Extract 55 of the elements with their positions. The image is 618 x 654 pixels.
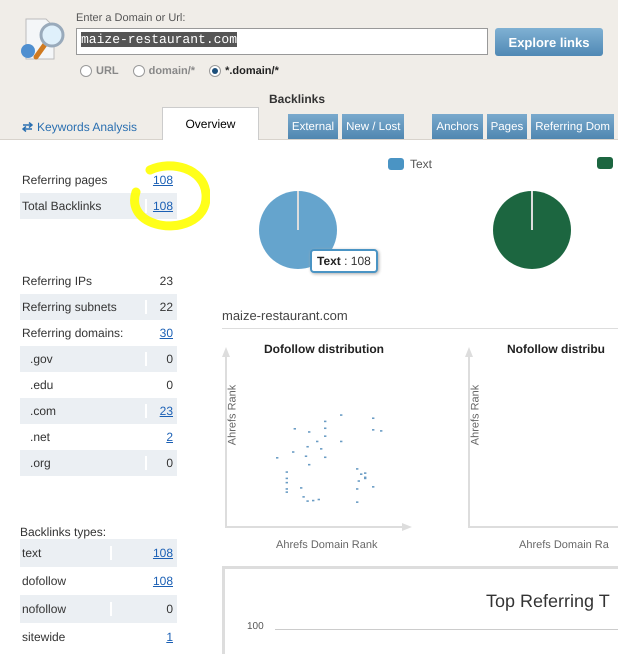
stat-link[interactable]: 1 <box>110 630 177 644</box>
swap-arrows-icon <box>22 122 33 132</box>
stat-link[interactable]: 30 <box>145 326 177 340</box>
domain-title: maize-restaurant.com <box>222 308 618 329</box>
axis-tick: 100 <box>247 621 264 632</box>
axis-label: Ahrefs Rank <box>469 384 482 446</box>
stat-label: Total Backlinks <box>21 199 102 213</box>
scope-radio[interactable]: domain/* <box>132 65 196 77</box>
tab[interactable]: Pages <box>486 114 528 139</box>
stat-link[interactable]: 108 <box>145 199 177 213</box>
stat-link[interactable]: 108 <box>145 173 177 187</box>
stat-value: 23 <box>145 274 177 288</box>
axis-label: Ahrefs Domain Rank <box>276 539 378 551</box>
stat-value: 0 <box>145 352 177 366</box>
stat-value: 22 <box>145 300 177 314</box>
stat-label: .edu <box>29 378 54 392</box>
stat-value: 0 <box>145 456 177 470</box>
stat-value: 0 <box>145 378 177 392</box>
stat-label: .org <box>29 456 52 470</box>
scope-radio[interactable]: URL <box>80 65 119 77</box>
field-label: Enter a Domain or Url: <box>76 12 186 24</box>
group-title: Backlinks types: <box>20 525 108 539</box>
stat-label: nofollow <box>21 602 68 616</box>
domain-input-field[interactable]: maize-restaurant.com <box>76 28 488 55</box>
scope-radio[interactable]: *.domain/* <box>209 65 279 77</box>
stat-label: dofollow <box>21 574 68 588</box>
stat-label: Referring subnets <box>21 300 118 314</box>
stat-label: Referring domains: <box>21 326 124 340</box>
chart-title: Dofollow distribution <box>264 342 384 356</box>
keywords-analysis-link[interactable]: Keywords Analysis <box>37 120 137 134</box>
chart-title: Nofollow distribu <box>507 342 605 356</box>
stat-link[interactable]: 108 <box>110 574 177 588</box>
stat-label: Referring IPs <box>21 274 94 288</box>
chart-title: Top Referring T <box>486 591 610 612</box>
stat-link[interactable]: 2 <box>145 430 177 444</box>
stat-link[interactable]: 23 <box>145 404 177 418</box>
stat-label: sitewide <box>21 630 66 644</box>
pie-tooltip: Text : 108 <box>310 249 378 273</box>
stat-label: .com <box>29 404 58 418</box>
tab[interactable]: Anchors <box>432 114 483 139</box>
tab[interactable]: Referring Dom <box>531 114 614 139</box>
stat-label: .gov <box>29 352 54 366</box>
section-title: Backlinks <box>269 92 326 106</box>
stat-value: 0 <box>110 602 177 616</box>
stat-label: Referring pages <box>21 173 108 187</box>
stat-link[interactable]: 108 <box>110 546 177 560</box>
legend-label: Text <box>410 157 432 171</box>
axis-label: Ahrefs Rank <box>226 384 238 446</box>
explore-links-button[interactable]: Explore links <box>495 28 603 56</box>
axis-label: Ahrefs Domain Ra <box>519 539 609 551</box>
stat-label: .net <box>29 430 52 444</box>
tab[interactable]: New / Lost <box>342 114 404 139</box>
tab[interactable]: Overview <box>162 107 259 140</box>
tab[interactable]: External <box>288 114 338 139</box>
stat-label: text <box>21 546 42 560</box>
